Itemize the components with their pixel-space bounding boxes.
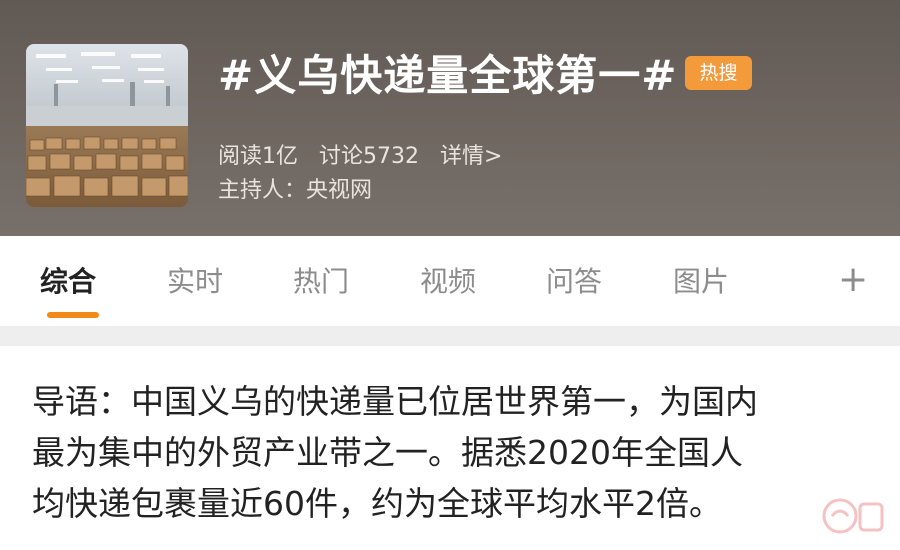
active-tab-indicator (47, 312, 99, 318)
section-divider (0, 326, 900, 346)
details-link[interactable]: 详情> (440, 144, 502, 169)
intro-line: 均快递包裹量近60件，约为全球平均水平2倍。 (32, 484, 722, 523)
tab-hot[interactable]: 热门 (293, 262, 349, 302)
watermark-logo-icon (822, 498, 884, 534)
intro-line: 导语：中国义乌的快递量已位居世界第一，为国内 (32, 382, 758, 421)
topic-thumbnail[interactable] (26, 44, 188, 207)
tab-comprehensive[interactable]: 综合 (40, 262, 96, 302)
topic-host[interactable]: 主持人：央视网 (218, 176, 372, 206)
tab-realtime[interactable]: 实时 (167, 262, 223, 302)
tab-images[interactable]: 图片 (673, 262, 729, 302)
topic-header: #义乌快递量全球第一# 热搜 阅读1亿 讨论5732 详情> 主持人：央视网 (0, 0, 900, 236)
topic-title: #义乌快递量全球第一# (218, 51, 678, 100)
topic-stats: 阅读1亿 讨论5732 详情> (218, 142, 516, 172)
tab-bar: 综合 实时 热门 视频 问答 图片 (0, 236, 900, 326)
warehouse-image (26, 44, 188, 207)
topic-intro: 导语：中国义乌的快递量已位居世界第一，为国内 最为集中的外贸产业带之一。据悉20… (32, 376, 872, 529)
read-count: 阅读1亿 (218, 144, 298, 169)
intro-line: 最为集中的外贸产业带之一。据悉2020年全国人 (32, 433, 743, 472)
tab-qa[interactable]: 问答 (546, 262, 602, 302)
discussion-count: 讨论5732 (319, 144, 419, 169)
add-tab-icon[interactable]: + (838, 258, 868, 302)
tab-video[interactable]: 视频 (420, 262, 476, 302)
hot-search-badge: 热搜 (685, 56, 752, 90)
topic-page: #义乌快递量全球第一# 热搜 阅读1亿 讨论5732 详情> 主持人：央视网 综… (0, 0, 900, 550)
